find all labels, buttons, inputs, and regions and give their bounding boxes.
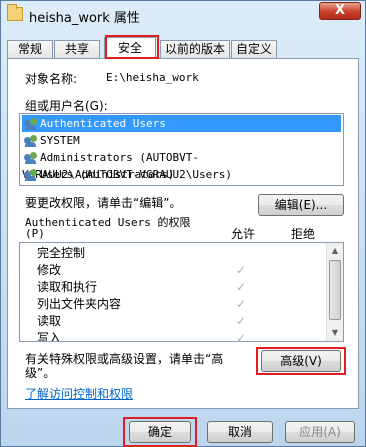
user-group-icon [24,152,38,164]
change-permissions-hint: 要更改权限，请单击“编辑”。 [25,196,182,210]
scroll-up-arrow-icon[interactable]: ▲ [327,243,343,259]
properties-window: heisha_work 属性 X 常规 共享 安全 以前的版本 自定义 对象名称… [0,0,366,447]
allow-check-icon: ✓ [236,263,247,277]
title-bar[interactable]: heisha_work 属性 X [1,1,365,29]
permission-row: 列出文件夹内容 ✓ [20,296,325,313]
user-item-system[interactable]: SYSTEM [22,132,341,149]
user-item-authenticated[interactable]: Authenticated Users [22,115,341,132]
allow-check-icon: ✓ [236,331,247,342]
ok-button[interactable]: 确定 [129,421,191,443]
object-name-label: 对象名称: [25,72,78,86]
user-list[interactable]: Authenticated Users SYSTEM Administrator… [19,113,344,186]
window-title: heisha_work 属性 [29,11,140,26]
permission-row: 写入 ✓ [20,330,325,342]
allow-check-icon: ✓ [236,280,247,294]
user-item-administrators[interactable]: Administrators (AUTOBVT-VGRAUU2\Administ… [22,149,341,181]
edit-button[interactable]: 编辑(E)... [258,194,344,216]
user-group-icon [24,135,38,147]
permission-row: 读取 ✓ [20,313,325,330]
permission-name: 写入 [37,331,62,342]
tab-previous-versions[interactable]: 以前的版本 [160,40,230,58]
advanced-button[interactable]: 高级(V) [261,350,341,372]
folder-icon [7,4,23,21]
allow-check-icon: ✓ [236,297,247,311]
user-item-label: Users (AUTOBVT-VGRAUU2\Users) [40,168,233,181]
special-permissions-hint-cont: 级”。 [25,366,56,380]
close-button[interactable]: X [319,2,361,20]
apply-button[interactable]: 应用(A) [285,421,355,443]
permissions-for-label: Authenticated Users 的权限 [25,216,191,229]
permission-row: 修改 ✓ [20,262,325,279]
permission-name: 修改 [37,263,62,277]
tab-general[interactable]: 常规 [7,40,53,58]
deny-column-header: 拒绝 [291,227,316,241]
tab-security[interactable]: 安全 [104,37,156,59]
permission-row: 完全控制 [20,245,325,262]
permission-name: 读取和执行 [37,280,98,294]
permissions-list[interactable]: 完全控制 修改 ✓ 读取和执行 ✓ 列出文件夹内容 ✓ 读取 ✓ 写入 ✓ ▲ … [19,242,344,342]
user-item-users[interactable]: Users (AUTOBVT-VGRAUU2\Users) [22,166,341,183]
tab-customize[interactable]: 自定义 [231,40,277,58]
allow-column-header: 允许 [231,227,256,241]
permission-name: 读取 [37,314,62,328]
allow-check-icon: ✓ [236,314,247,328]
cancel-button[interactable]: 取消 [207,421,273,443]
user-item-label: Authenticated Users [40,117,166,130]
group-user-label: 组或用户名(G): [25,99,108,113]
permission-name: 完全控制 [37,246,86,260]
permission-row: 读取和执行 ✓ [20,279,325,296]
permissions-scrollbar[interactable]: ▲ ▼ [326,243,343,341]
user-item-label: SYSTEM [40,134,80,147]
scroll-down-arrow-icon[interactable]: ▼ [327,325,343,341]
scroll-thumb[interactable] [329,260,341,320]
user-group-icon [24,169,38,181]
learn-access-control-link[interactable]: 了解访问控制和权限 [25,385,133,402]
permission-name: 列出文件夹内容 [37,297,122,311]
tab-sharing[interactable]: 共享 [54,40,100,58]
object-name-value: E:\heisha_work [106,71,199,84]
user-group-icon [24,118,38,130]
permissions-access-key: (P) [25,227,45,240]
